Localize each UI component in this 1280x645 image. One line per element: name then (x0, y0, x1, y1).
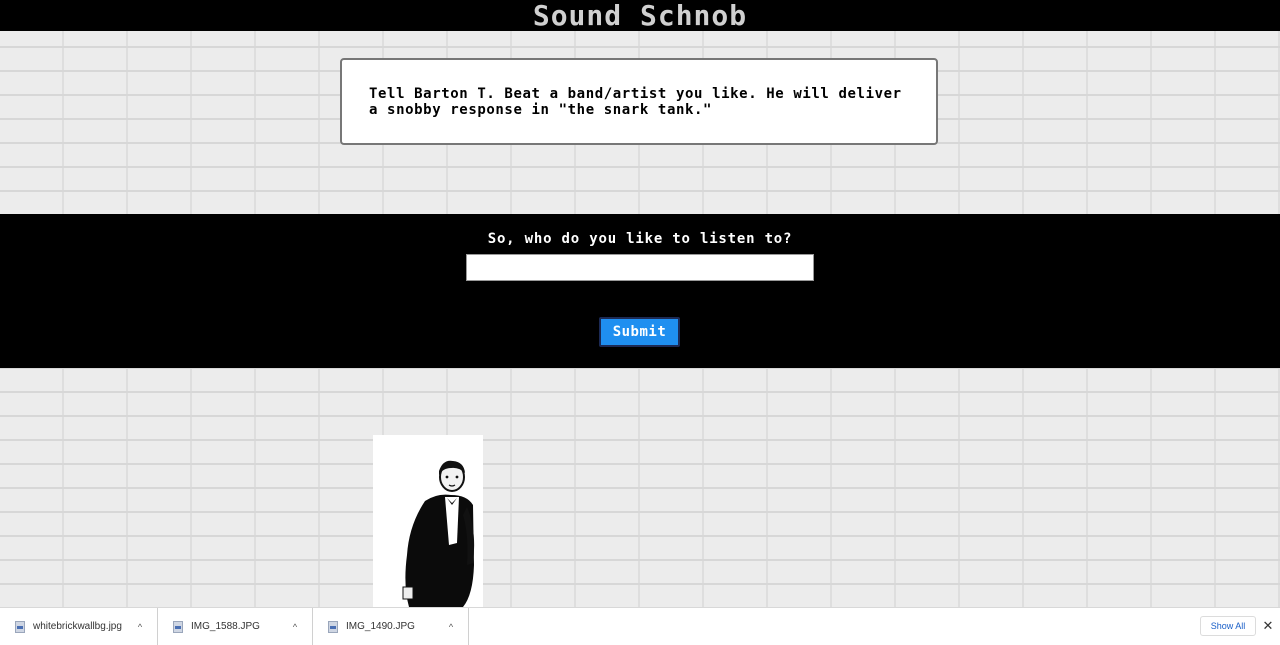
close-icon[interactable]: ✕ (1262, 617, 1274, 635)
form-band: So, who do you like to listen to? Submit (0, 214, 1280, 368)
barton-photo (373, 435, 483, 607)
show-all-button[interactable]: Show All (1200, 616, 1256, 636)
site-title: Sound Schnob (532, 0, 748, 32)
chevron-up-icon[interactable]: ^ (288, 622, 302, 632)
chevron-up-icon[interactable]: ^ (444, 622, 458, 632)
downloads-bar: whitebrickwallbg.jpg ^ IMG_1588.JPG ^ IM… (0, 607, 1280, 645)
download-filename: IMG_1490.JPG (346, 621, 415, 632)
brick-wall-bottom (0, 368, 1280, 607)
submit-button[interactable]: Submit (599, 317, 680, 347)
download-filename: whitebrickwallbg.jpg (33, 621, 122, 632)
image-file-icon (15, 620, 25, 633)
tuxedo-figure-image (373, 435, 483, 607)
download-item[interactable]: IMG_1588.JPG ^ (158, 608, 313, 645)
artist-input[interactable] (466, 254, 814, 281)
intro-box: Tell Barton T. Beat a band/artist you li… (340, 58, 938, 145)
download-item[interactable]: whitebrickwallbg.jpg ^ (0, 608, 158, 645)
image-file-icon (173, 620, 183, 633)
header-bar: Sound Schnob (0, 0, 1280, 31)
download-filename: IMG_1588.JPG (191, 621, 260, 632)
chevron-up-icon[interactable]: ^ (133, 622, 147, 632)
question-label: So, who do you like to listen to? (487, 231, 793, 247)
download-item[interactable]: IMG_1490.JPG ^ (313, 608, 469, 645)
intro-text: Tell Barton T. Beat a band/artist you li… (369, 86, 902, 118)
image-file-icon (328, 620, 338, 633)
